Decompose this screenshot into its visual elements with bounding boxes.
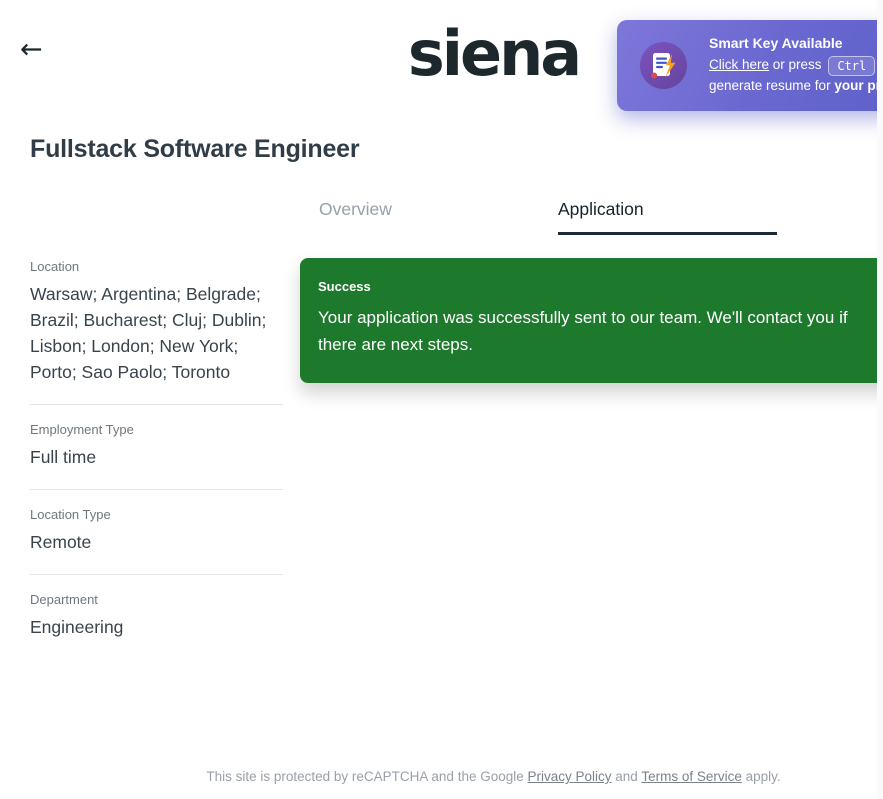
success-alert: Success Your application was successfull… [300, 258, 877, 383]
sidebar-divider [30, 489, 283, 490]
sidebar-section-location-type: Location Type Remote [30, 507, 283, 555]
sidebar-section-employment-type: Employment Type Full time [30, 422, 283, 470]
smart-key-banner: Smart Key Available Click here or press … [617, 20, 877, 111]
click-here-link[interactable]: Click here [709, 57, 769, 72]
job-title: Fullstack Software Engineer [30, 135, 360, 163]
success-alert-title: Success [318, 279, 371, 294]
tab-application[interactable]: Application [558, 199, 644, 220]
terms-of-service-link[interactable]: Terms of Service [641, 769, 742, 784]
your-profile-text: your profile [834, 78, 877, 93]
and-text: and [611, 769, 642, 784]
department-label: Department [30, 592, 98, 607]
sidebar-divider [30, 574, 283, 575]
press-text: or press [769, 57, 826, 72]
content-wrapper: ← siena Smart Key Available Click here o… [0, 0, 877, 799]
employment-type-label: Employment Type [30, 422, 134, 437]
department-value: Engineering [30, 617, 124, 637]
ctrl-key-badge: Ctrl [828, 56, 876, 76]
recaptcha-notice: This site is protected by reCAPTCHA and … [0, 769, 877, 784]
location-type-label: Location Type [30, 507, 111, 522]
privacy-policy-link[interactable]: Privacy Policy [528, 769, 612, 784]
location-value: Warsaw; Argentina; Belgrade; Brazil; Buc… [30, 284, 267, 382]
success-alert-message-line-1: Your application was successfully sent t… [318, 308, 848, 327]
sidebar-section-location: Location Warsaw; Argentina; Belgrade; Br… [30, 259, 283, 385]
job-details-sidebar: Location Warsaw; Argentina; Belgrade; Br… [30, 259, 283, 640]
sidebar-section-department: Department Engineering [30, 592, 283, 640]
location-type-value: Remote [30, 532, 92, 552]
sidebar-divider [30, 404, 283, 405]
apply-text: apply. [741, 769, 781, 784]
success-alert-message-line-2: there are next steps. [318, 335, 473, 354]
tab-overview[interactable]: Overview [319, 199, 392, 220]
generate-resume-text: generate resume for [709, 78, 835, 93]
scrollbar-track[interactable] [877, 0, 883, 799]
smart-key-description-line: generate resume for your profile [709, 76, 877, 96]
recaptcha-text: This site is protected by reCAPTCHA and … [206, 769, 528, 784]
smart-key-text: Smart Key Available Click here or press … [709, 35, 877, 96]
smart-key-title: Smart Key Available [709, 35, 843, 51]
smart-key-document-icon [640, 42, 687, 89]
page-viewport: ← siena Smart Key Available Click here o… [0, 0, 877, 799]
employment-type-value: Full time [30, 447, 97, 467]
location-label: Location [30, 259, 80, 274]
active-tab-indicator [558, 232, 777, 235]
smart-key-shortcut-line: Click here or press Ctrl+Q [709, 55, 877, 76]
